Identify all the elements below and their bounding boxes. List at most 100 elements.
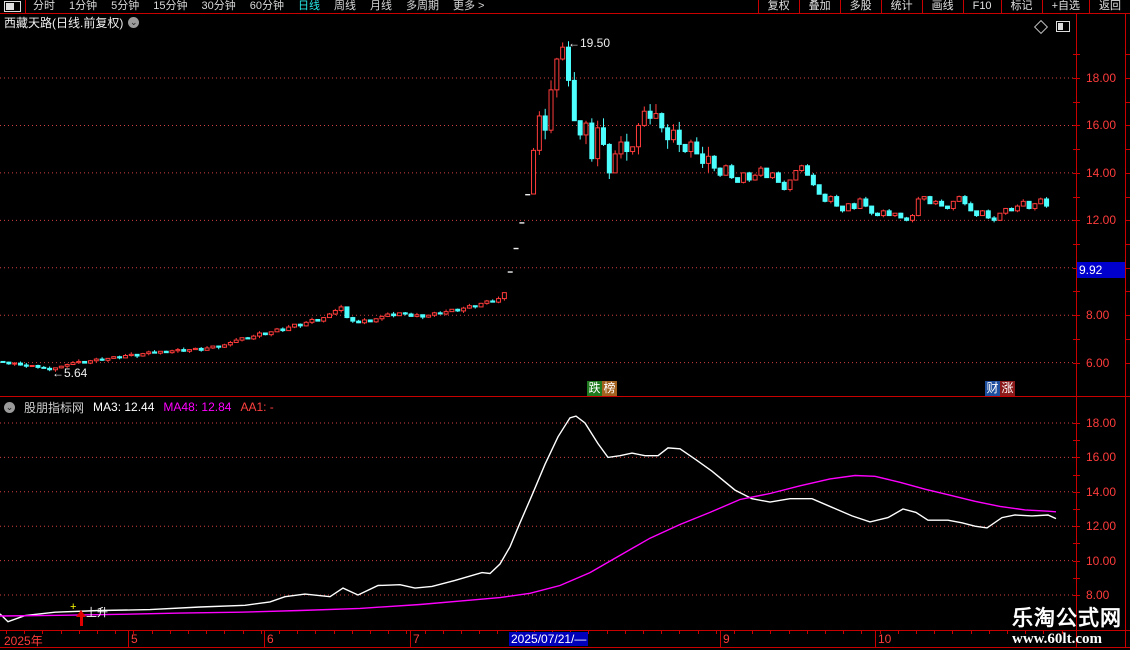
week-tick	[897, 631, 899, 634]
axis-left-border	[1076, 13, 1077, 648]
month-separator	[720, 631, 721, 647]
rise-arrow-icon	[76, 610, 86, 617]
month-separator	[128, 631, 129, 647]
axis-tick-label: 8.00	[1086, 588, 1110, 602]
week-tick	[279, 631, 280, 634]
week-tick	[606, 631, 608, 634]
indicator-line-chart[interactable]	[0, 397, 1076, 630]
week-tick	[952, 631, 954, 634]
period-tab[interactable]: 月线	[363, 0, 399, 13]
date-label: 5	[131, 632, 138, 646]
month-separator	[875, 631, 876, 647]
week-tick	[97, 631, 98, 634]
month-separator	[264, 631, 265, 647]
week-tick	[242, 631, 244, 634]
week-tick	[188, 631, 189, 634]
week-tick	[224, 631, 226, 634]
rise-arrow-stem	[80, 617, 83, 626]
week-tick	[988, 631, 990, 634]
week-tick	[479, 631, 481, 634]
week-tick	[843, 631, 845, 634]
main-candlestick-chart[interactable]	[0, 14, 1076, 396]
axis-tick-label: 14.00	[1086, 484, 1117, 499]
week-tick	[934, 631, 936, 634]
hot-tag-badge[interactable]: 跌榜	[587, 381, 617, 396]
high-price-annotation: ←19.50	[568, 36, 611, 50]
axis-tick-label: 8.00	[1086, 308, 1110, 323]
week-tick	[770, 631, 772, 634]
tool-button[interactable]: F10	[962, 0, 1001, 13]
tool-button[interactable]: 标记	[1000, 0, 1042, 13]
watermark-site-name: 乐淘公式网	[1012, 607, 1122, 630]
axis-bottom-border	[0, 647, 1130, 648]
tool-button[interactable]: 统计	[880, 0, 922, 13]
date-axis[interactable]: 2025年 5 6 7 2025/07/21/— 9 10	[0, 631, 1130, 648]
week-tick	[697, 631, 699, 634]
period-tab[interactable]: 30分钟	[195, 0, 243, 13]
period-tabs: 分时 1分钟 5分钟 15分钟 30分钟 60分钟 日线 周线 月线 多周期 更多 >	[26, 0, 491, 13]
week-tick	[788, 631, 790, 634]
period-tab[interactable]: 日线	[291, 0, 327, 13]
period-tab[interactable]: 15分钟	[146, 0, 194, 13]
week-tick	[60, 631, 62, 634]
date-label: 6	[267, 632, 274, 646]
app-window: 分时 1分钟 5分钟 15分钟 30分钟 60分钟 日线 周线 月线 多周期 更多 > 复权 叠加 多股…	[0, 0, 1130, 650]
week-tick	[806, 631, 808, 634]
hot-tag-char: 涨	[1000, 381, 1015, 396]
axis-tick-label: 12.00	[1086, 519, 1117, 534]
tool-button[interactable]: 画线	[921, 0, 963, 13]
week-tick	[715, 631, 717, 634]
hot-tag-char: 跌	[587, 381, 602, 396]
period-tab[interactable]: 多周期	[399, 0, 446, 13]
week-tick	[442, 631, 444, 634]
date-label: 9	[723, 632, 730, 646]
week-tick	[370, 631, 371, 634]
period-tab[interactable]: 5分钟	[104, 0, 146, 13]
month-separator	[410, 631, 411, 647]
tool-button[interactable]: +自选	[1041, 0, 1089, 13]
week-tick	[861, 631, 863, 634]
axis-tick-label: 6.00	[1086, 355, 1110, 370]
date-label: 2025年	[4, 634, 43, 648]
hot-tag-badge[interactable]: 财涨	[985, 381, 1015, 396]
week-tick	[497, 631, 499, 634]
tool-button[interactable]: 返回	[1089, 0, 1130, 13]
tool-button[interactable]: 复权	[757, 0, 799, 13]
period-tab[interactable]: 1分钟	[62, 0, 104, 13]
week-tick	[825, 631, 826, 634]
week-tick	[297, 631, 299, 634]
week-tick	[661, 631, 663, 634]
period-tab[interactable]: 周线	[327, 0, 363, 13]
date-label: 10	[878, 632, 892, 646]
week-tick	[1007, 631, 1008, 634]
week-tick	[916, 631, 917, 634]
tool-button[interactable]: 多股	[839, 0, 881, 13]
axis-tick-label: 14.00	[1086, 165, 1117, 180]
week-tick	[643, 631, 644, 634]
week-tick	[588, 631, 590, 634]
week-tick	[679, 631, 681, 634]
week-tick	[206, 631, 208, 634]
axis-tick-label: 16.00	[1086, 118, 1117, 133]
tool-buttons: 复权 叠加 多股 统计 画线 F10 标记 +自选 返回	[757, 0, 1130, 13]
period-tab[interactable]: 更多 >	[446, 0, 491, 13]
axis-tick-label: 12.00	[1086, 213, 1117, 228]
axis-tick-label: 18.00	[1086, 416, 1117, 430]
selected-date-label[interactable]: 2025/07/21/—	[509, 632, 589, 646]
week-tick	[315, 631, 317, 634]
week-tick	[970, 631, 972, 634]
hot-tag-char: 财	[985, 381, 1000, 396]
tool-button[interactable]: 叠加	[798, 0, 840, 13]
hot-tag-char: 榜	[602, 381, 617, 396]
axis-tick-label: 16.00	[1086, 450, 1117, 465]
period-toolbar: 分时 1分钟 5分钟 15分钟 30分钟 60分钟 日线 周线 月线 多周期 更多 > 复权 叠加 多股…	[0, 0, 1130, 13]
week-tick	[78, 631, 80, 634]
period-tab[interactable]: 分时	[26, 0, 62, 13]
last-price-badge: 9.92	[1077, 262, 1126, 278]
axis-tick-label: 10.00	[1086, 553, 1117, 568]
layout-toggle-icon[interactable]	[4, 1, 21, 12]
week-tick	[151, 631, 153, 634]
period-tab[interactable]: 60分钟	[243, 0, 291, 13]
week-tick	[260, 631, 262, 634]
axis-tick-label: 18.00	[1086, 71, 1117, 85]
